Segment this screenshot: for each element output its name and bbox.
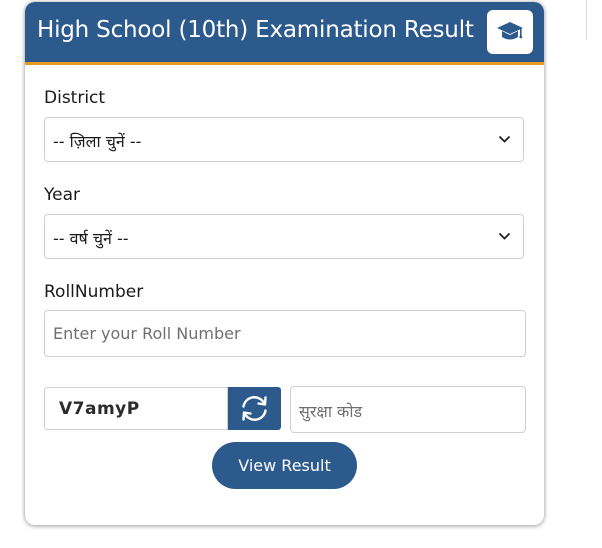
view-result-label: View Result — [238, 456, 331, 475]
year-select[interactable]: -- वर्ष चुनें -- — [44, 214, 524, 259]
captcha-code: V7amyP — [59, 399, 140, 419]
captcha-display: V7amyP — [44, 387, 228, 430]
year-selected-value: -- वर्ष चुनें -- — [53, 229, 129, 248]
district-select[interactable]: -- ज़िला चुनें -- — [44, 117, 524, 162]
view-result-button[interactable]: View Result — [212, 442, 357, 489]
roll-number-input[interactable]: Enter your Roll Number — [44, 310, 526, 357]
security-code-input[interactable]: सुरक्षा कोड — [290, 386, 526, 433]
security-code-placeholder: सुरक्षा कोड — [299, 402, 363, 421]
captcha-refresh-button[interactable] — [228, 387, 281, 430]
chevron-down-icon — [498, 232, 511, 240]
card-title: High School (10th) Examination Result — [37, 17, 474, 43]
roll-number-placeholder: Enter your Roll Number — [53, 324, 241, 343]
chevron-down-icon — [498, 135, 511, 143]
card-header: High School (10th) Examination Result — [25, 2, 544, 65]
district-label: District — [44, 88, 106, 108]
year-label: Year — [44, 185, 80, 205]
graduation-cap-icon — [497, 22, 523, 40]
refresh-icon — [242, 396, 267, 421]
roll-number-label: RollNumber — [44, 282, 144, 302]
graduation-cap-badge — [487, 10, 533, 54]
district-selected-value: -- ज़िला चुनें -- — [53, 132, 142, 151]
page-edge-divider — [586, 0, 587, 40]
result-form-card: High School (10th) Examination Result Di… — [25, 2, 544, 525]
